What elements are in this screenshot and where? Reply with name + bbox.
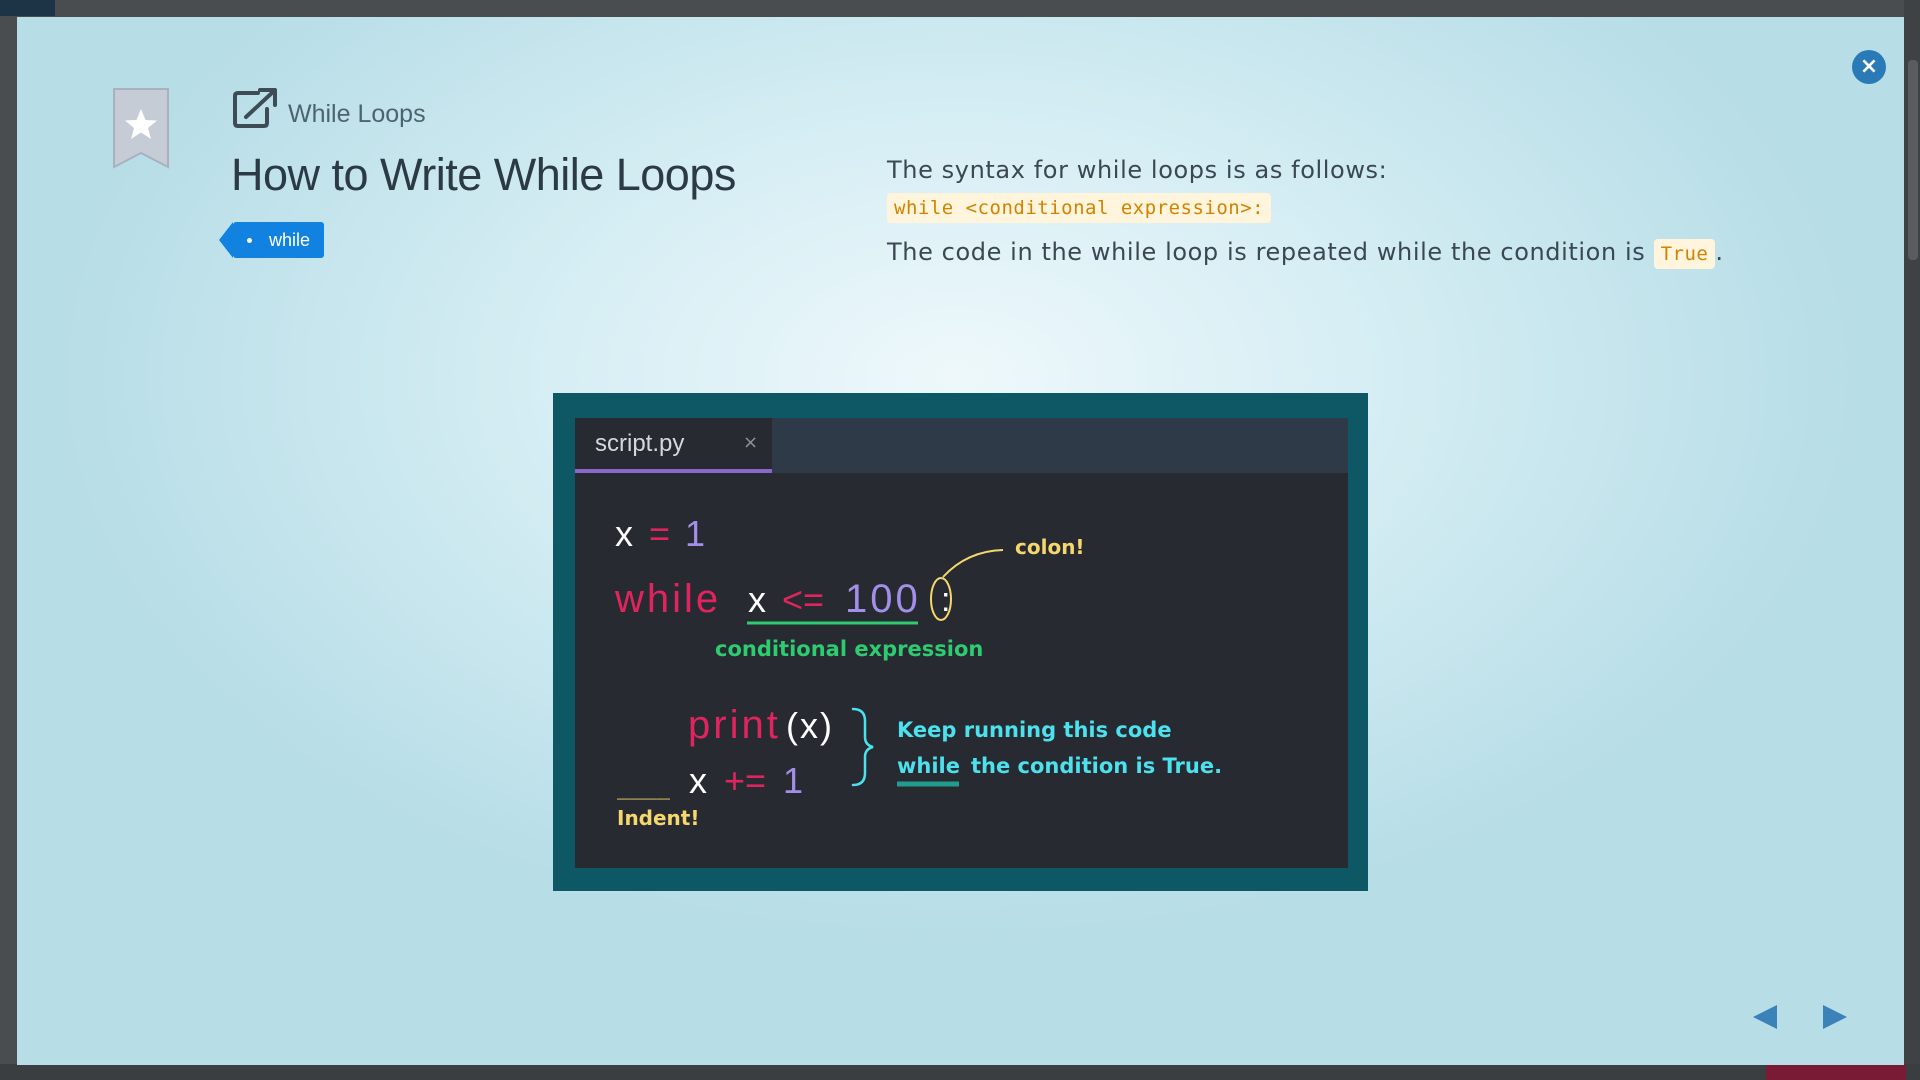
true-code: True bbox=[1653, 239, 1716, 269]
background-bottombar bbox=[0, 1064, 1920, 1080]
description-syntax: while <conditional expression>: bbox=[887, 192, 1867, 228]
code-line2-op: <= bbox=[782, 579, 824, 620]
background-logo-corner bbox=[0, 0, 55, 16]
prev-arrow-icon[interactable] bbox=[1750, 1002, 1780, 1032]
description-line-3-text: The code in the while loop is repeated w… bbox=[887, 238, 1654, 266]
tag-label: while bbox=[269, 229, 311, 250]
code-line2-var: x bbox=[748, 579, 766, 620]
code-line1-val: 1 bbox=[685, 513, 705, 554]
tab-script-py[interactable]: script.py × bbox=[575, 418, 772, 473]
description-line-3: The code in the while loop is repeated w… bbox=[887, 232, 1867, 272]
code-line4-var: x bbox=[689, 760, 707, 801]
code-line1-var: x bbox=[615, 513, 633, 554]
bookmark-star-icon[interactable] bbox=[112, 87, 170, 171]
tab-close-icon[interactable]: × bbox=[743, 432, 758, 453]
code-line4-val: 1 bbox=[783, 760, 803, 801]
topic-link[interactable]: While Loops bbox=[232, 87, 426, 129]
description-line-1: The syntax for while loops is as follows… bbox=[887, 156, 1388, 184]
colon-pointer bbox=[942, 549, 1004, 578]
editor-tabbar: script.py × bbox=[575, 418, 1348, 473]
background-contact-button bbox=[1766, 1064, 1906, 1080]
tag-while[interactable]: while bbox=[218, 222, 325, 258]
code-line2-val: 100 bbox=[845, 577, 921, 621]
code-area: x = 1 while x <= 100 : colon! conditiona… bbox=[614, 513, 1222, 830]
code-editor: script.py × x = 1 while x <= 100 : colon… bbox=[575, 418, 1348, 868]
indent-dashes: ____ bbox=[617, 775, 671, 800]
external-link-icon bbox=[233, 88, 277, 128]
code-line1-op: = bbox=[649, 513, 670, 554]
background-scroll-thumb bbox=[1908, 60, 1918, 260]
code-illustration: script.py × x = 1 while x <= 100 : colon… bbox=[553, 393, 1368, 891]
annotation-keep-running-2-rest: the condition is True. bbox=[971, 754, 1222, 778]
code-line2-keyword: while bbox=[614, 577, 721, 621]
annotation-conditional: conditional expression bbox=[715, 637, 983, 661]
close-icon[interactable]: × bbox=[1852, 50, 1886, 84]
description-line-3-end: . bbox=[1715, 238, 1724, 266]
annotation-colon: colon! bbox=[1015, 535, 1085, 559]
background-scrollbar bbox=[1904, 0, 1920, 1080]
description: The syntax for while loops is as follows… bbox=[887, 152, 1867, 272]
lesson-modal: × While Loops How to Write While Loops w… bbox=[17, 17, 1904, 1065]
background-topbar bbox=[0, 0, 1920, 16]
brace-icon bbox=[851, 707, 874, 787]
code-line4-op: += bbox=[724, 760, 766, 801]
topic-label: While Loops bbox=[288, 100, 426, 128]
page-title: How to Write While Loops bbox=[231, 149, 736, 200]
tab-label: script.py bbox=[595, 430, 685, 457]
code-line3-args: (x) bbox=[786, 705, 834, 746]
annotation-keep-running-2-kw: while bbox=[897, 754, 960, 778]
annotation-keep-running-1: Keep running this code bbox=[897, 718, 1172, 742]
next-arrow-icon[interactable] bbox=[1820, 1002, 1850, 1032]
code-line3-fn: print bbox=[688, 703, 781, 747]
syntax-code: while <conditional expression>: bbox=[887, 193, 1272, 223]
annotation-indent: Indent! bbox=[617, 806, 699, 830]
tag-dot bbox=[247, 238, 252, 243]
